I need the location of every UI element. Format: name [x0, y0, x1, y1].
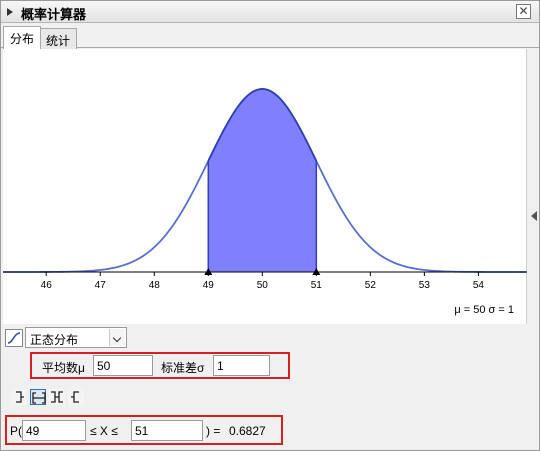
prob-prefix: P(	[10, 424, 22, 438]
prob-inequality: ≤ X ≤	[90, 424, 118, 438]
cumulative-curve-icon[interactable]	[5, 329, 23, 347]
tab-distribution[interactable]: 分布	[3, 26, 42, 49]
x-tick-label: 47	[95, 280, 107, 291]
distribution-select[interactable]: 正态分布	[25, 327, 127, 348]
params-readout: μ = 50 σ = 1	[454, 304, 514, 316]
x-tick-label: 46	[41, 280, 53, 291]
sd-label: 标准差σ	[161, 361, 205, 375]
close-icon[interactable]: ✕	[516, 4, 531, 19]
prob-result: 0.6827	[229, 424, 266, 438]
x-tick-label: 50	[257, 280, 269, 291]
window-title: 概率计算器	[21, 7, 87, 22]
side-panel-toggle-icon[interactable]	[531, 211, 537, 221]
parameter-box: 平均数μ 50 标准差σ 1	[30, 352, 290, 379]
collapse-triangle-icon[interactable]	[7, 8, 13, 16]
chevron-down-icon[interactable]	[109, 329, 125, 346]
distribution-plot: 46 47 48 49 50 51 52 53 54 μ = 50 σ = 1	[3, 49, 527, 324]
upper-bound-input[interactable]: 51	[131, 420, 203, 441]
title-bar: 概率计算器 ✕	[1, 1, 539, 23]
x-tick-label: 49	[203, 280, 215, 291]
x-tick-label: 53	[419, 280, 431, 291]
left-sided-icon[interactable]	[11, 389, 27, 405]
shaded-probability-area	[208, 89, 317, 272]
probability-calculator-window: 概率计算器 ✕ 分布 统计 46 47 48 49 50 51 52 53 54 μ = 50 …	[0, 0, 540, 451]
mean-input[interactable]: 50	[93, 355, 153, 376]
right-sided-icon[interactable]	[68, 389, 84, 405]
x-tick-label: 52	[365, 280, 377, 291]
tab-bar: 分布 统计	[1, 24, 539, 49]
prob-suffix: ) =	[206, 424, 221, 438]
lower-bound-input[interactable]: 49	[22, 420, 86, 441]
probability-box: P( 49 ≤ X ≤ 51 ) = 0.6827	[5, 415, 283, 445]
normal-distribution-chart: 46 47 48 49 50 51 52 53 54	[3, 88, 527, 291]
x-tick-label: 54	[473, 280, 485, 291]
sd-input[interactable]: 1	[213, 355, 270, 376]
x-tick-label: 48	[149, 280, 161, 291]
mean-label: 平均数μ	[42, 361, 85, 375]
distribution-select-value: 正态分布	[30, 333, 79, 347]
x-tick-label: 51	[311, 280, 323, 291]
tab-statistics[interactable]: 统计	[39, 28, 78, 49]
two-tailed-icon[interactable]	[49, 389, 65, 405]
interval-icon[interactable]	[30, 389, 46, 405]
